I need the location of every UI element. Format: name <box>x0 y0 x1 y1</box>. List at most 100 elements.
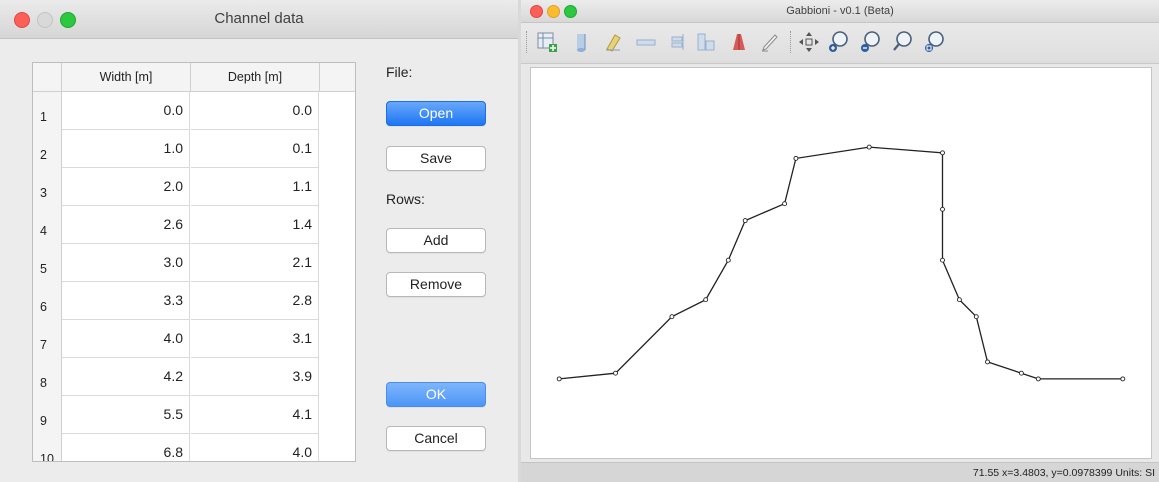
cancel-button[interactable]: Cancel <box>386 426 486 451</box>
profile-point[interactable] <box>940 206 945 212</box>
depth-cell[interactable]: 3.9 <box>191 358 319 396</box>
pan-icon[interactable] <box>796 29 822 55</box>
depth-cell[interactable]: 3.1 <box>191 320 319 358</box>
table-row[interactable]: 3 2.0 1.1 <box>33 168 355 207</box>
depth-cell[interactable]: 0.0 <box>191 92 319 130</box>
remove-row-button[interactable]: Remove <box>386 272 486 297</box>
profile-point[interactable] <box>782 201 788 207</box>
profile-point[interactable] <box>669 314 675 320</box>
row-header[interactable]: 2 <box>33 130 62 169</box>
row-header[interactable]: 1 <box>33 92 62 131</box>
columns-icon[interactable] <box>693 29 719 55</box>
table-corner[interactable] <box>33 63 62 91</box>
zoom-fit-icon[interactable] <box>922 29 948 55</box>
profile-point[interactable] <box>985 359 990 365</box>
width-cell[interactable]: 0.0 <box>62 92 190 130</box>
table-empty-area <box>320 92 355 130</box>
zoom-reset-icon[interactable] <box>890 29 916 55</box>
profile-point[interactable] <box>556 376 562 382</box>
row-header[interactable]: 7 <box>33 320 62 359</box>
table-row[interactable]: 6 3.3 2.8 <box>33 282 355 321</box>
row-header[interactable]: 10 <box>33 434 62 462</box>
section-icon[interactable] <box>727 29 753 55</box>
table-empty-area <box>320 206 355 244</box>
add-table-icon[interactable] <box>535 29 561 55</box>
width-cell[interactable]: 4.2 <box>62 358 190 396</box>
width-cell[interactable]: 3.0 <box>62 244 190 282</box>
column-header-width[interactable]: Width [m] <box>62 63 191 91</box>
profile-point[interactable] <box>1035 376 1041 382</box>
profile-point[interactable] <box>940 150 945 156</box>
table-row[interactable]: 7 4.0 3.1 <box>33 320 355 359</box>
table-row[interactable]: 9 5.5 4.1 <box>33 396 355 435</box>
table-row[interactable]: 5 3.0 2.1 <box>33 244 355 283</box>
save-button[interactable]: Save <box>386 146 486 171</box>
profile-point[interactable] <box>793 155 799 161</box>
row-number: 4 <box>40 224 47 238</box>
row-header[interactable]: 8 <box>33 358 62 397</box>
depth-value: 3.9 <box>292 368 312 384</box>
zoom-out-icon[interactable] <box>858 29 884 55</box>
table-empty-area <box>320 396 355 434</box>
column-header-depth[interactable]: Depth [m] <box>191 63 320 91</box>
width-cell[interactable]: 2.0 <box>62 168 190 206</box>
window-title: Channel data <box>214 10 304 27</box>
width-cell[interactable]: 6.8 <box>62 434 190 461</box>
depth-cell[interactable]: 2.8 <box>191 282 319 320</box>
row-number: 1 <box>40 110 47 124</box>
depth-cell[interactable]: 4.1 <box>191 396 319 434</box>
depth-cell[interactable]: 1.1 <box>191 168 319 206</box>
add-row-button[interactable]: Add <box>386 228 486 253</box>
profile-point[interactable] <box>725 257 731 263</box>
edit-icon[interactable] <box>757 29 783 55</box>
profile-point[interactable] <box>866 144 872 150</box>
profile-point[interactable] <box>940 257 945 263</box>
profile-point[interactable] <box>742 218 748 224</box>
depth-cell[interactable]: 4.0 <box>191 434 319 461</box>
row-number: 10 <box>40 452 54 462</box>
table-empty-area <box>320 130 355 168</box>
profile-line <box>559 146 1123 380</box>
profile-point[interactable] <box>703 297 709 303</box>
clear-icon[interactable] <box>601 29 627 55</box>
table-row[interactable]: 4 2.6 1.4 <box>33 206 355 245</box>
open-button[interactable]: Open <box>386 101 486 126</box>
ok-button[interactable]: OK <box>386 382 486 407</box>
table-row[interactable]: 2 1.0 0.1 <box>33 130 355 169</box>
table-row[interactable]: 1 0.0 0.0 <box>33 92 355 131</box>
depth-value: 1.4 <box>292 216 312 232</box>
profile-point[interactable] <box>1018 370 1024 376</box>
channel-profile-plot[interactable] <box>531 68 1151 458</box>
flat-bar-icon[interactable] <box>633 29 659 55</box>
row-header[interactable]: 9 <box>33 396 62 435</box>
depth-cell[interactable]: 2.1 <box>191 244 319 282</box>
align-icon[interactable] <box>663 29 689 55</box>
row-header[interactable]: 5 <box>33 244 62 283</box>
width-cell[interactable]: 5.5 <box>62 396 190 434</box>
depth-cell[interactable]: 1.4 <box>191 206 319 244</box>
cylinder-icon[interactable] <box>569 29 595 55</box>
plot-canvas[interactable] <box>530 67 1152 459</box>
file-section-label: File: <box>386 64 413 80</box>
profile-point[interactable] <box>956 297 962 303</box>
table-row[interactable]: 8 4.2 3.9 <box>33 358 355 397</box>
depth-cell[interactable]: 0.1 <box>191 130 319 168</box>
width-cell[interactable]: 1.0 <box>62 130 190 168</box>
row-header[interactable]: 6 <box>33 282 62 321</box>
profile-point[interactable] <box>1120 376 1126 382</box>
table-empty-area <box>320 320 355 358</box>
width-cell[interactable]: 2.6 <box>62 206 190 244</box>
zoom-in-icon[interactable] <box>826 29 852 55</box>
profile-point[interactable] <box>973 314 979 320</box>
row-header[interactable]: 4 <box>33 206 62 245</box>
toolbar <box>521 23 1159 64</box>
table-row[interactable]: 10 6.8 4.0 <box>33 434 355 462</box>
profile-point[interactable] <box>613 370 618 376</box>
width-value: 4.2 <box>163 368 183 384</box>
width-cell[interactable]: 3.3 <box>62 282 190 320</box>
row-header[interactable]: 3 <box>33 168 62 207</box>
row-number: 7 <box>40 338 47 352</box>
row-number: 6 <box>40 300 47 314</box>
width-value: 2.0 <box>163 178 183 194</box>
width-cell[interactable]: 4.0 <box>62 320 190 358</box>
